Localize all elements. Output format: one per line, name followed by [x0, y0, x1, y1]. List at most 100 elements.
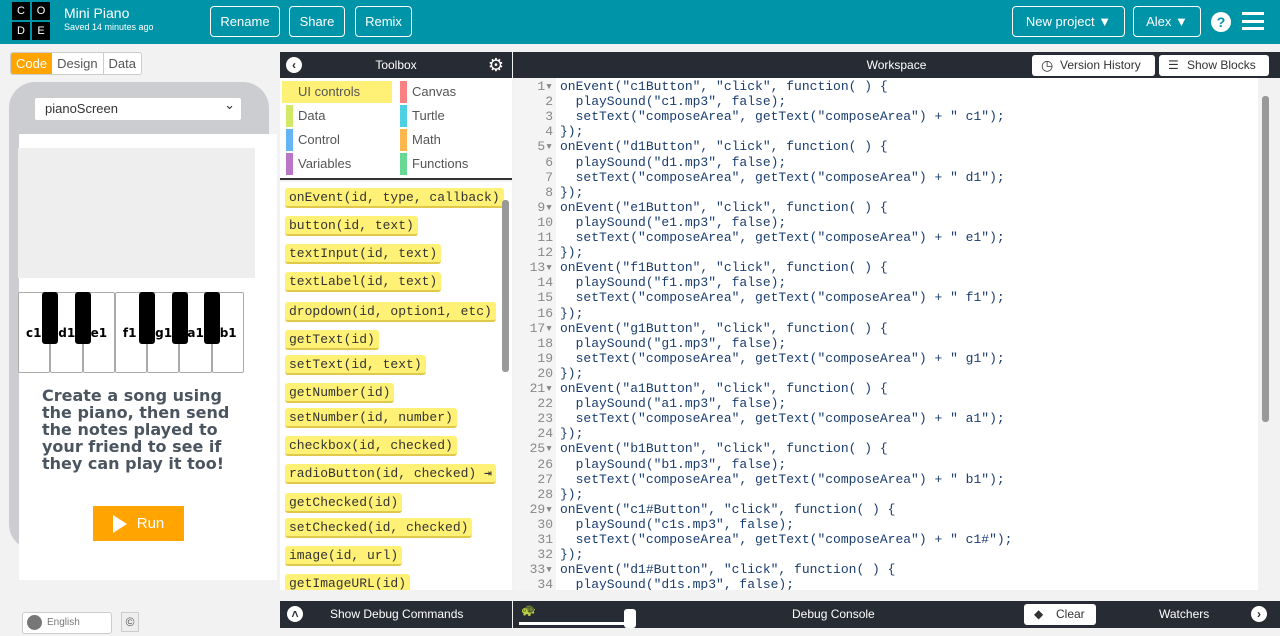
category-functions[interactable]: Functions: [396, 153, 506, 175]
tab-design[interactable]: Design: [52, 53, 102, 74]
code-line[interactable]: playSound("d1.mp3", false);: [560, 155, 787, 170]
tab-code[interactable]: Code: [11, 53, 53, 74]
toolbox-title: Toolbox: [375, 58, 417, 72]
code-line[interactable]: playSound("a1.mp3", false);: [560, 396, 787, 411]
black-key[interactable]: [75, 292, 91, 344]
code-org-logo[interactable]: CODE: [12, 2, 50, 40]
gear-icon[interactable]: ⚙: [488, 52, 504, 78]
new-project-button[interactable]: New project ▼: [1012, 6, 1125, 37]
key-label: e1: [90, 326, 108, 340]
code-editor[interactable]: 1▾ onEvent("c1Button", "click", function(…: [513, 78, 1258, 590]
category-turtle[interactable]: Turtle: [396, 105, 506, 127]
mode-tabs: Code Design Data: [10, 52, 143, 75]
code-line[interactable]: });: [560, 426, 583, 441]
block-setChecked[interactable]: setChecked(id, checked): [285, 518, 473, 538]
category-color: [286, 129, 293, 151]
block-textInput[interactable]: textInput(id, text): [285, 244, 442, 264]
code-line[interactable]: onEvent("d1Button", "click", function( )…: [560, 139, 888, 154]
code-line[interactable]: });: [560, 124, 583, 139]
compose-area[interactable]: [18, 148, 255, 278]
block-setText[interactable]: setText(id, text): [285, 355, 426, 375]
code-line[interactable]: setText("composeArea", getText("composeA…: [560, 170, 1005, 185]
code-line[interactable]: setText("composeArea", getText("composeA…: [560, 472, 1005, 487]
language-select[interactable]: English: [22, 612, 112, 634]
block-getNumber[interactable]: getNumber(id): [285, 383, 395, 403]
code-line[interactable]: onEvent("b1Button", "click", function( )…: [560, 441, 888, 456]
block-setNumber[interactable]: setNumber(id, number): [285, 408, 457, 428]
black-key[interactable]: [172, 292, 188, 344]
category-variables[interactable]: Variables: [282, 153, 392, 175]
black-key[interactable]: [42, 292, 58, 344]
code-line[interactable]: onEvent("c1Button", "click", function( )…: [560, 79, 888, 94]
editor-scrollbar[interactable]: [1262, 96, 1269, 422]
code-line[interactable]: playSound("e1.mp3", false);: [560, 215, 787, 230]
code-line[interactable]: setText("composeArea", getText("composeA…: [560, 351, 1005, 366]
category-canvas[interactable]: Canvas: [396, 81, 506, 103]
tab-data[interactable]: Data: [102, 53, 141, 74]
code-line[interactable]: setText("composeArea", getText("composeA…: [560, 109, 1005, 124]
version-history-button[interactable]: ◷ Version History: [1032, 55, 1155, 76]
code-line[interactable]: onEvent("c1#Button", "click", function( …: [560, 502, 895, 517]
toolbox-scrollbar[interactable]: [502, 200, 509, 372]
black-key[interactable]: [204, 292, 220, 344]
block-image[interactable]: image(id, url): [285, 546, 403, 566]
block-button[interactable]: button(id, text): [285, 216, 418, 236]
code-line[interactable]: onEvent("e1Button", "click", function( )…: [560, 200, 888, 215]
line-number: 21▾: [529, 381, 553, 396]
category-color: [286, 153, 293, 175]
user-menu-button[interactable]: Alex ▼: [1133, 6, 1201, 37]
code-line[interactable]: playSound("b1.mp3", false);: [560, 457, 787, 472]
block-dropdown[interactable]: dropdown(id, option1, etc): [285, 302, 496, 322]
code-line[interactable]: setText("composeArea", getText("composeA…: [560, 230, 1005, 245]
speed-slider-handle[interactable]: [623, 609, 636, 628]
show-blocks-button[interactable]: ☰ Show Blocks: [1159, 55, 1269, 76]
collapse-toolbox-icon[interactable]: ‹: [286, 57, 302, 73]
code-line[interactable]: });: [560, 306, 583, 321]
line-number: 4: [545, 124, 553, 140]
copyright-button[interactable]: ©: [121, 612, 139, 632]
block-onEvent[interactable]: onEvent(id, type, callback): [285, 188, 504, 208]
block-radioButton[interactable]: radioButton(id, checked) ⇥: [285, 464, 496, 484]
code-line[interactable]: setText("composeArea", getText("composeA…: [560, 290, 1005, 305]
help-icon[interactable]: ?: [1211, 12, 1231, 32]
code-line[interactable]: onEvent("d1#Button", "click", function( …: [560, 562, 895, 577]
category-control[interactable]: Control: [282, 129, 392, 151]
code-line[interactable]: });: [560, 487, 583, 502]
code-line[interactable]: onEvent("f1Button", "click", function( )…: [560, 260, 888, 275]
key-label: c1: [26, 326, 42, 340]
code-line[interactable]: playSound("f1.mp3", false);: [560, 275, 787, 290]
code-line[interactable]: });: [560, 245, 583, 260]
block-getText[interactable]: getText(id): [285, 330, 379, 350]
code-line[interactable]: onEvent("a1Button", "click", function( )…: [560, 381, 888, 396]
share-button[interactable]: Share: [289, 6, 345, 37]
black-key[interactable]: [139, 292, 155, 344]
clear-console-button[interactable]: ◆ Clear: [1024, 604, 1096, 625]
block-textLabel[interactable]: textLabel(id, text): [285, 272, 442, 292]
code-line[interactable]: setText("composeArea", getText("composeA…: [560, 411, 1005, 426]
expand-watchers-icon[interactable]: ›: [1251, 606, 1267, 622]
rename-button[interactable]: Rename: [210, 6, 280, 37]
category-math[interactable]: Math: [396, 129, 506, 151]
code-line[interactable]: });: [560, 185, 583, 200]
code-line[interactable]: playSound("d1s.mp3", false);: [560, 577, 794, 590]
hamburger-menu-icon[interactable]: [1242, 12, 1264, 30]
category-data[interactable]: Data: [282, 105, 392, 127]
code-line[interactable]: setText("composeArea", getText("composeA…: [560, 532, 1013, 547]
debug-commands-bar[interactable]: ˄ Show Debug Commands: [280, 601, 512, 628]
code-line[interactable]: playSound("c1.mp3", false);: [560, 94, 787, 109]
speed-slider-track[interactable]: [519, 622, 634, 625]
block-getImageURL[interactable]: getImageURL(id): [285, 574, 411, 590]
block-getChecked[interactable]: getChecked(id): [285, 493, 403, 513]
code-line[interactable]: onEvent("g1Button", "click", function( )…: [560, 321, 888, 336]
code-line[interactable]: playSound("g1.mp3", false);: [560, 336, 787, 351]
category-ui-controls[interactable]: UI controls: [282, 81, 392, 103]
run-button[interactable]: Run: [93, 506, 184, 541]
block-checkbox[interactable]: checkbox(id, checked): [285, 436, 457, 456]
line-number: 15: [537, 290, 553, 306]
expand-icon: ˄: [287, 606, 303, 622]
screen-select[interactable]: pianoScreen: [34, 97, 242, 121]
code-line[interactable]: });: [560, 547, 583, 562]
code-line[interactable]: });: [560, 366, 583, 381]
remix-button[interactable]: Remix: [355, 6, 412, 37]
code-line[interactable]: playSound("c1s.mp3", false);: [560, 517, 794, 532]
